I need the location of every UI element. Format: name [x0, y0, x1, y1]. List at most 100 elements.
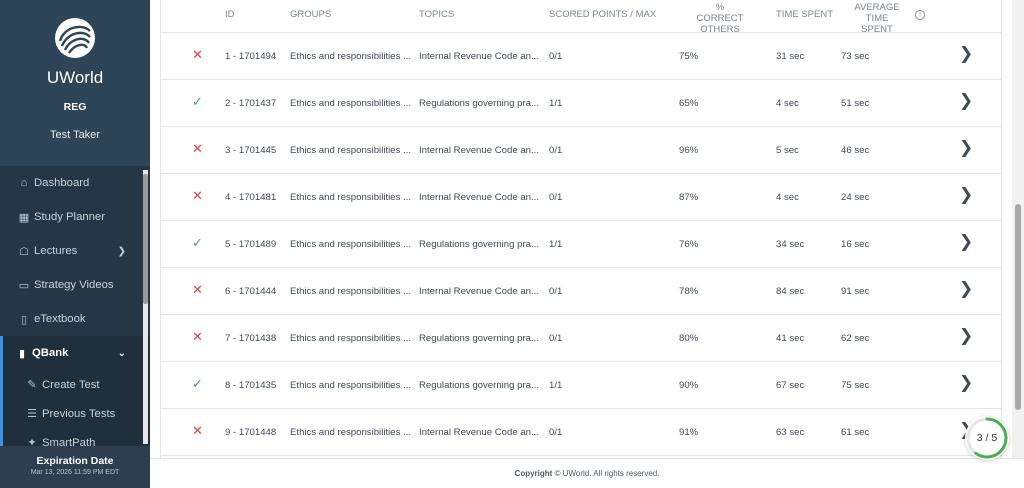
chevron-right-icon[interactable]: ❯	[959, 185, 973, 205]
check-icon: ✓	[192, 376, 203, 391]
table-row[interactable]: ✕ 4 - 1701481 Ethics and responsibilities …	[161, 174, 1001, 221]
chevron-right-icon[interactable]: ❯	[959, 326, 973, 346]
cell-group: Ethics and responsibilities ...	[290, 333, 412, 344]
cell-topic: Regulations governing pra...	[419, 380, 539, 391]
chevron-right-icon[interactable]: ❯	[959, 138, 973, 158]
sidebar-scrollbar[interactable]	[143, 170, 148, 444]
page-scrollbar-thumb[interactable]	[1015, 204, 1021, 410]
cell-pct-correct: 78%	[679, 286, 699, 297]
cell-pct-correct: 75%	[679, 51, 699, 62]
chevron-right-icon: ❯	[117, 245, 126, 257]
sidebar-item-label: SmartPath	[42, 436, 96, 447]
cell-topic: Internal Revenue Code an...	[419, 51, 540, 62]
cell-score: 1/1	[549, 98, 563, 109]
user-name: Test Taker	[50, 129, 100, 141]
table-row[interactable]: ✕ 7 - 1701438 Ethics and responsibilities …	[161, 315, 1001, 362]
cell-avg-time: 61 sec	[841, 427, 870, 438]
cell-score: 0/1	[549, 51, 563, 62]
cell-pct-correct: 65%	[679, 98, 699, 109]
cell-topic: Internal Revenue Code an...	[419, 427, 540, 438]
cell-score: 1/1	[549, 239, 563, 250]
sidebar-item-dashboard[interactable]: ⌂ Dashboard	[0, 166, 150, 200]
cell-score: 0/1	[549, 333, 563, 344]
header-id: ID	[225, 9, 235, 20]
cross-icon: ✕	[192, 282, 203, 297]
cell-group: Ethics and responsibilities ...	[290, 427, 412, 438]
cell-group: Ethics and responsibilities ...	[290, 192, 412, 203]
sidebar-item-label: Lectures	[34, 245, 78, 257]
cell-time-spent: 84 sec	[776, 286, 805, 297]
sidebar-item-etextbook[interactable]: ▯ eTextbook	[0, 302, 150, 336]
chevron-right-icon[interactable]: ❯	[959, 279, 973, 299]
header-pct-correct: % CORRECT OTHERS	[695, 2, 745, 35]
sidebar-nav: ⌂ Dashboard ▦ Study Planner ☖ Lectures ❯…	[0, 166, 150, 446]
header-topics: TOPICS	[419, 9, 455, 20]
cell-id: 6 - 1701444	[225, 286, 277, 297]
header-time-spent: TIME SPENT	[776, 9, 834, 20]
cell-id: 2 - 1701437	[225, 98, 277, 109]
qbank-submenu: ✎ Create Test ☰ Previous Tests ✦ SmartPa…	[0, 370, 150, 446]
home-icon: ⌂	[20, 177, 28, 189]
sidebar-item-previous-tests[interactable]: ☰ Previous Tests	[3, 399, 150, 428]
table-row[interactable]: ✕ 6 - 1701444 Ethics and responsibilities …	[161, 268, 1001, 315]
sidebar-item-study-planner[interactable]: ▦ Study Planner	[0, 200, 150, 234]
cell-time-spent: 41 sec	[776, 333, 805, 344]
table-row[interactable]: ✓ 2 - 1701437 Ethics and responsibilities …	[161, 80, 1001, 127]
chevron-right-icon[interactable]: ❯	[959, 44, 973, 64]
cell-group: Ethics and responsibilities ...	[290, 286, 412, 297]
sidebar: UWorld REG Test Taker ⌂ Dashboard ▦ Stud…	[0, 0, 150, 488]
exam-name: REG	[63, 101, 87, 113]
cell-avg-time: 73 sec	[841, 51, 870, 62]
info-icon[interactable]: i	[915, 10, 925, 20]
table-row[interactable]: ✕ 1 - 1701494 Ethics and responsibilities …	[161, 33, 1001, 80]
sidebar-item-lectures[interactable]: ☖ Lectures ❯	[0, 234, 150, 268]
cell-score: 0/1	[549, 192, 563, 203]
cell-pct-correct: 96%	[679, 145, 699, 156]
chevron-right-icon[interactable]: ❯	[959, 373, 973, 393]
sidebar-item-strategy-videos[interactable]: ▭ Strategy Videos	[0, 268, 150, 302]
cross-icon: ✕	[192, 47, 203, 62]
results-table: ID GROUPS TOPICS SCORED POINTS / MAX % C…	[160, 0, 1002, 458]
edit-icon: ✎	[27, 379, 37, 391]
sidebar-item-smartpath[interactable]: ✦ SmartPath	[3, 428, 150, 447]
brand-panel: UWorld REG Test Taker	[0, 0, 150, 166]
chevron-right-icon[interactable]: ❯	[959, 91, 973, 111]
copyright-text: © UWorld. All rights reserved.	[554, 469, 660, 478]
footer: Copyright © UWorld. All rights reserved.	[150, 458, 1024, 488]
table-row[interactable]: ✕ 9 - 1701448 Ethics and responsibilities …	[161, 409, 1001, 456]
sidebar-item-label: Study Planner	[34, 211, 105, 223]
cell-id: 1 - 1701494	[225, 51, 277, 62]
cell-topic: Regulations governing pra...	[419, 98, 539, 109]
cell-group: Ethics and responsibilities ...	[290, 98, 412, 109]
sidebar-item-qbank[interactable]: ▮ QBank ⌄	[0, 336, 150, 370]
sidebar-item-create-test[interactable]: ✎ Create Test	[3, 370, 150, 399]
cell-time-spent: 31 sec	[776, 51, 805, 62]
cell-id: 9 - 1701448	[225, 427, 277, 438]
table-row[interactable]: ✓ 5 - 1701489 Ethics and responsibilities …	[161, 221, 1001, 268]
sidebar-item-label: Create Test	[42, 378, 100, 391]
table-row[interactable]: ✓ 8 - 1701435 Ethics and responsibilities …	[161, 362, 1001, 409]
chevron-down-icon: ⌄	[117, 347, 126, 359]
header-avg-line1: AVERAGE TIME	[854, 2, 900, 24]
table-row[interactable]: ✕ 3 - 1701445 Ethics and responsibilities …	[161, 127, 1001, 174]
progress-label: 3 / 5	[976, 432, 998, 444]
sidebar-item-label: QBank	[32, 347, 69, 359]
cell-avg-time: 91 sec	[841, 286, 870, 297]
cross-icon: ✕	[192, 329, 203, 344]
expiration-panel: Expiration Date Mar 13, 2026 11:59 PM ED…	[0, 446, 150, 488]
video-icon: ▭	[18, 279, 30, 292]
sidebar-scrollbar-thumb[interactable]	[143, 174, 148, 304]
page-scrollbar[interactable]	[1012, 0, 1024, 458]
sidebar-item-label: eTextbook	[34, 313, 86, 325]
cell-topic: Regulations governing pra...	[419, 333, 539, 344]
cell-avg-time: 46 sec	[841, 145, 870, 156]
cell-group: Ethics and responsibilities ...	[290, 239, 412, 250]
progress-indicator[interactable]: 3 / 5	[965, 416, 1009, 460]
cell-group: Ethics and responsibilities ...	[290, 145, 412, 156]
expiration-title: Expiration Date	[36, 455, 114, 467]
lectures-icon: ☖	[19, 245, 29, 258]
cell-avg-time: 75 sec	[841, 380, 870, 391]
cell-time-spent: 4 sec	[776, 98, 799, 109]
chevron-right-icon[interactable]: ❯	[959, 232, 973, 252]
sidebar-item-label: Previous Tests	[42, 407, 116, 420]
